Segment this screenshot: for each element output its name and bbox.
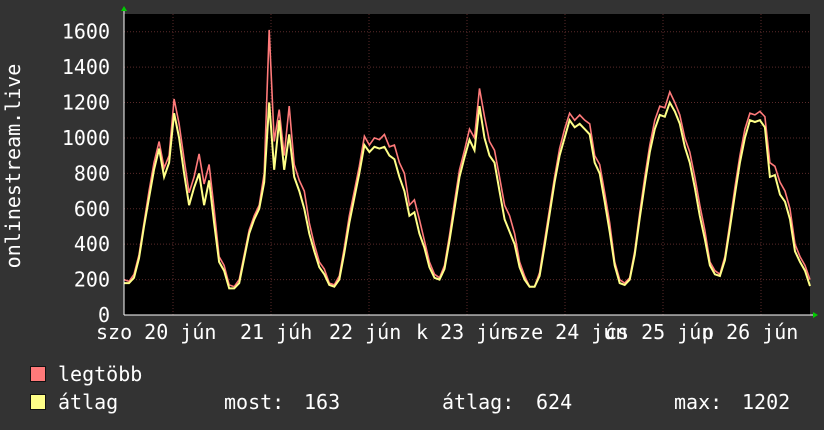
- y-tick-label: 1400: [62, 55, 110, 79]
- y-axis-ticks: 02004006008001000120014001600: [62, 20, 110, 327]
- plot-area: [121, 6, 818, 318]
- x-tick-label: 22 jún: [329, 320, 401, 344]
- x-tick-label: 21 júh: [240, 320, 312, 344]
- y-axis-arrow-icon: [121, 6, 127, 11]
- y-tick-label: 1200: [62, 91, 110, 115]
- stat-atlag-label: átlag:: [442, 390, 515, 414]
- stat-most-label: most:: [224, 390, 285, 414]
- x-tick-label: k 23 jún: [416, 320, 512, 344]
- y-tick-label: 1000: [62, 126, 110, 150]
- x-tick-label: szo 20 jún: [96, 320, 216, 344]
- legend-label-legtobb: legtöbb: [58, 362, 143, 386]
- legend-swatch-atlag: [30, 394, 46, 410]
- stat-max-value: 1202: [742, 390, 791, 414]
- x-axis-arrow-icon: [813, 312, 818, 318]
- stat-max-label: max:: [674, 390, 723, 414]
- y-tick-label: 600: [74, 197, 110, 221]
- y-tick-label: 800: [74, 161, 110, 185]
- y-axis-label: onlinestream.live: [1, 64, 25, 269]
- y-tick-label: 200: [74, 268, 110, 292]
- legend-label-atlag: átlag: [58, 390, 119, 414]
- x-tick-label: cs 25 jún: [605, 320, 713, 344]
- legend-swatch-legtobb: [30, 366, 46, 382]
- stat-most-value: 163: [304, 390, 341, 414]
- x-axis-ticks: szo 20 jún 21 júh 22 jún k 23 júnsze 24 jún…: [96, 320, 798, 344]
- x-tick-label: p 26 jún: [702, 320, 798, 344]
- y-tick-label: 1600: [62, 20, 110, 44]
- y-tick-label: 400: [74, 232, 110, 256]
- stat-atlag-value: 624: [536, 390, 573, 414]
